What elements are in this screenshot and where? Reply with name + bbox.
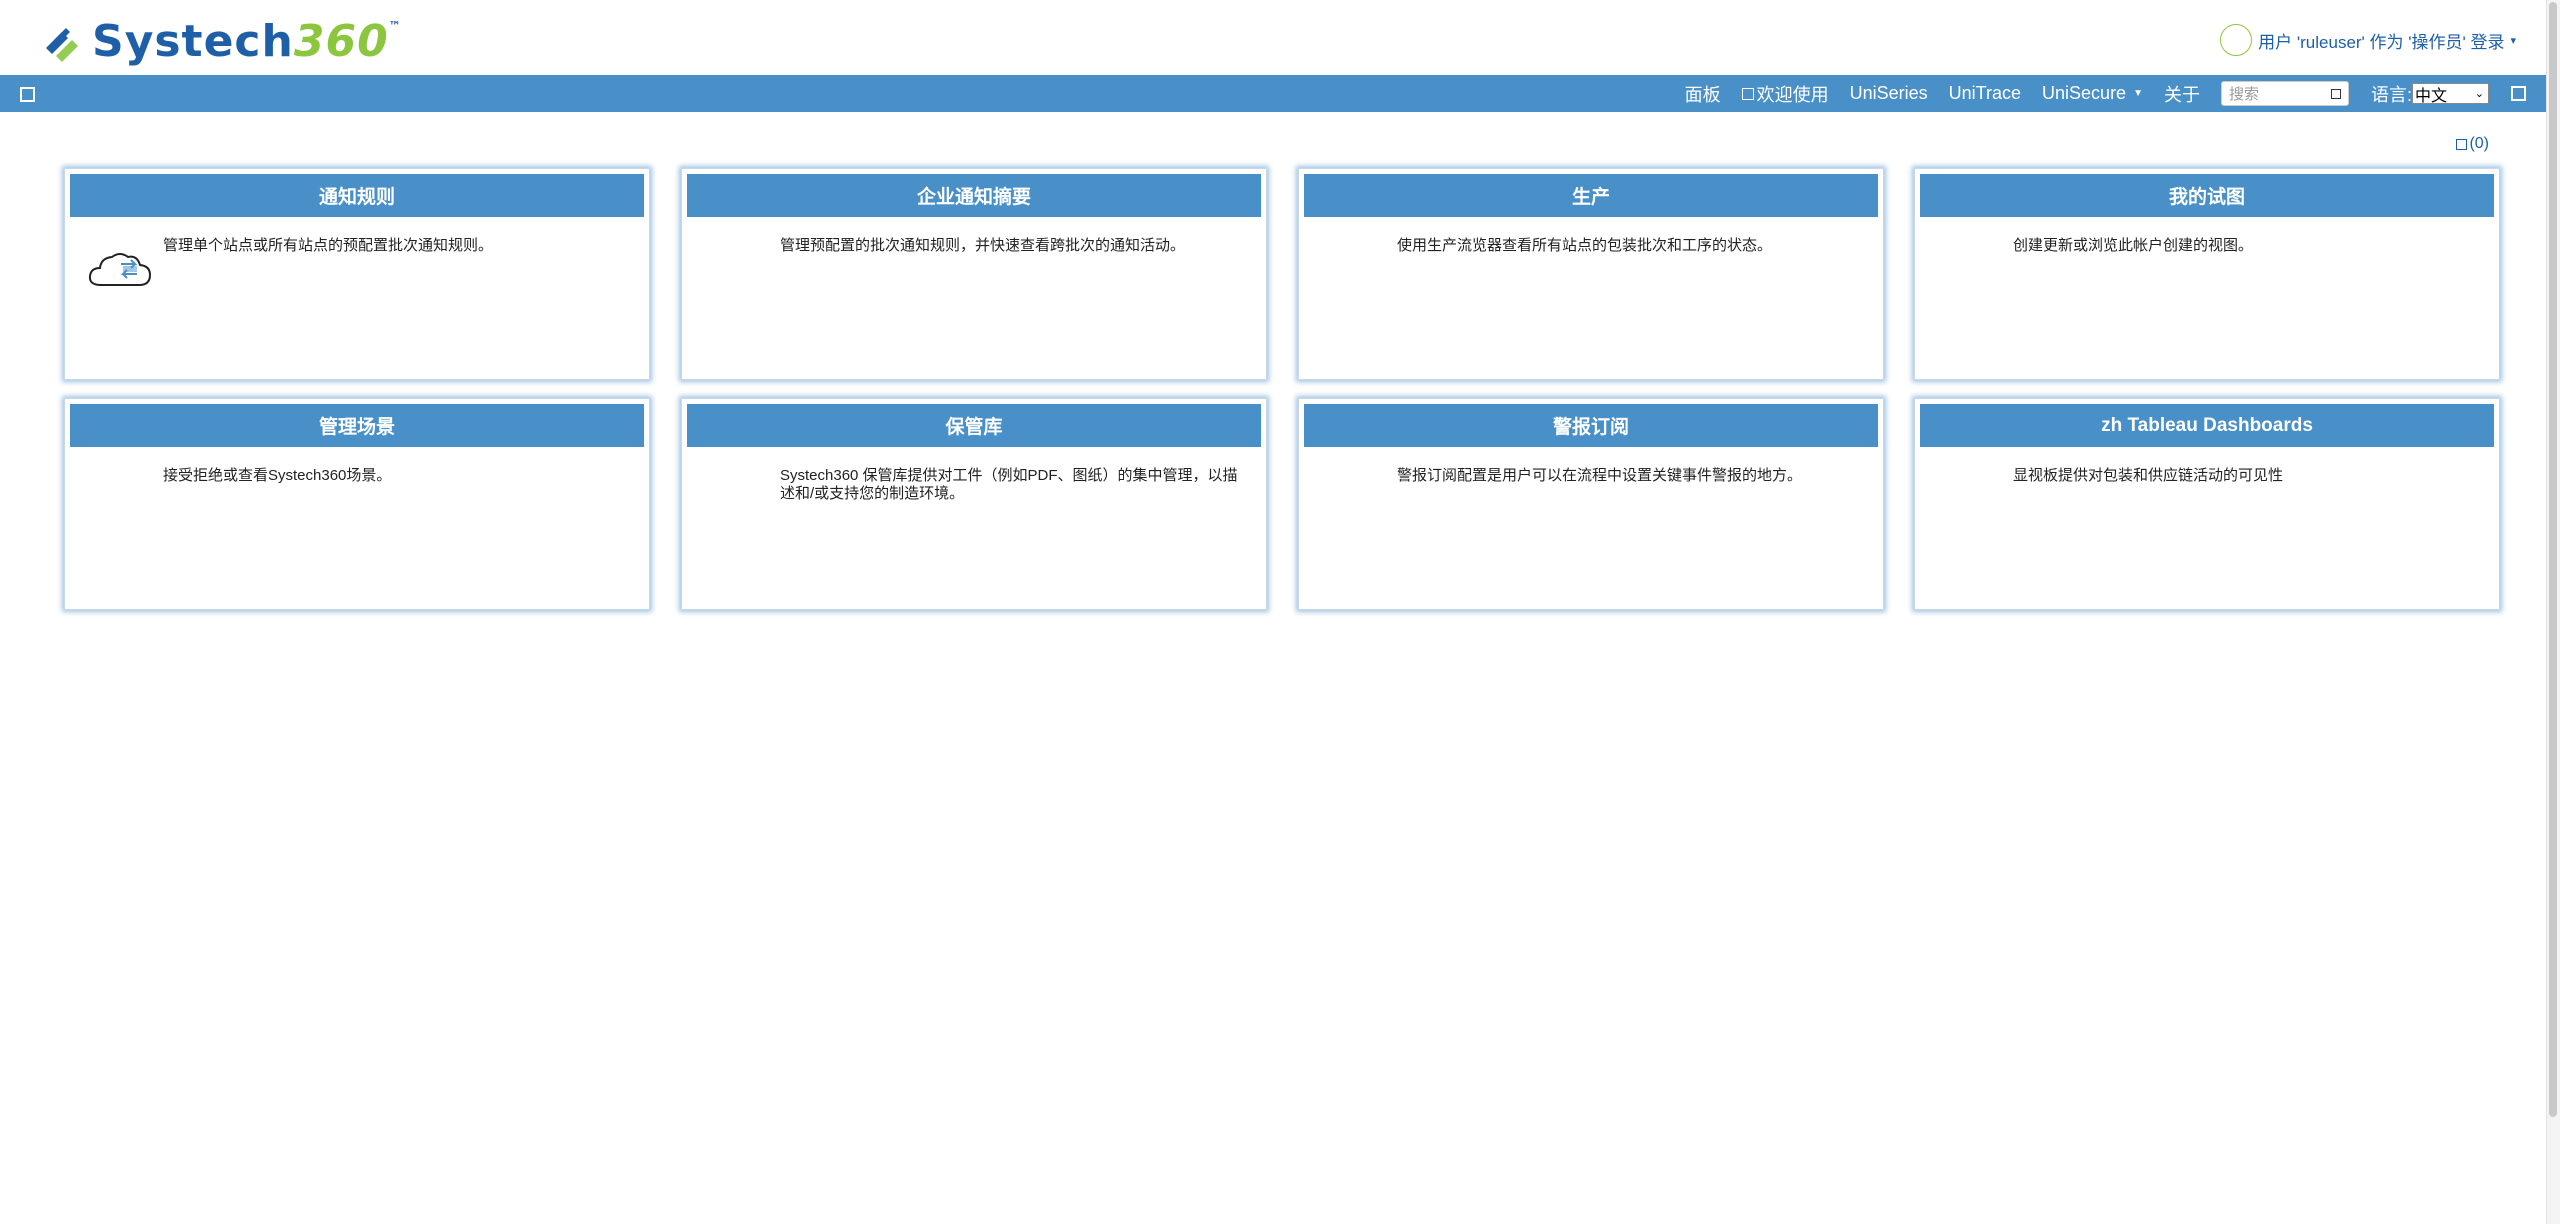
- nav-item-label: 关于: [2163, 84, 2200, 105]
- language-value: 中文: [2415, 87, 2448, 105]
- notification-count[interactable]: (0): [2456, 135, 2489, 153]
- logo-tm: ™: [388, 19, 402, 33]
- welcome-icon: [1741, 87, 1754, 100]
- main-navbar: 面板 欢迎使用 UniSeries UniTrace UniSecure ▼ 关于…: [0, 75, 2546, 112]
- nav-item-welcome[interactable]: 欢迎使用: [1741, 81, 1829, 107]
- nav-item-label: 欢迎使用: [1756, 84, 1829, 105]
- language-select[interactable]: 中文 ⌄: [2412, 83, 2489, 105]
- card-description: 创建更新或浏览此帐户创建的视图。: [2013, 237, 2254, 254]
- nav-menu: 面板 欢迎使用 UniSeries UniTrace UniSecure ▼ 关于…: [1685, 75, 2546, 112]
- card-tableau-dashboards[interactable]: zh Tableau Dashboards 显视板提供对包装和供应链活动的可见性: [1914, 398, 2500, 610]
- nav-item-dashboard[interactable]: 面板: [1685, 81, 1721, 107]
- card-description: 显视板提供对包装和供应链活动的可见性: [2013, 467, 2284, 484]
- card-alert-subscription[interactable]: 警报订阅 警报订阅配置是用户可以在流程中设置关键事件警报的地方。: [1298, 398, 1884, 610]
- card-description: 使用生产流览器查看所有站点的包装批次和工序的状态。: [1397, 237, 1773, 254]
- card-title: 管理场景: [70, 404, 644, 447]
- nav-item-uniseries[interactable]: UniSeries: [1850, 83, 1928, 104]
- search-input[interactable]: 搜索: [2220, 81, 2349, 106]
- notification-icon: [2456, 138, 2468, 150]
- logo-text-360: 360: [293, 16, 389, 67]
- card-vault[interactable]: 保管库 Systech360 保管库提供对工件（例如PDF、图纸）的集中管理，以…: [681, 398, 1267, 610]
- user-menu[interactable]: 用户 'ruleuser' 作为 '操作员' 登录 ▾: [2220, 24, 2516, 56]
- card-description: Systech360 保管库提供对工件（例如PDF、图纸）的集中管理，以描述和/…: [780, 467, 1238, 502]
- chevron-down-icon: ▾: [2510, 34, 2516, 47]
- card-title: 警报订阅: [1304, 404, 1878, 447]
- page-scrollbar[interactable]: [2546, 0, 2560, 1224]
- user-avatar-icon: [2220, 24, 2253, 56]
- card-description: 管理单个站点或所有站点的预配置批次通知规则。: [163, 237, 494, 254]
- logo-text-systech: Systech: [92, 16, 294, 67]
- search-placeholder: 搜索: [2228, 86, 2259, 103]
- card-title: zh Tableau Dashboards: [1920, 404, 2494, 447]
- card-description: 接受拒绝或查看Systech360场景。: [163, 467, 392, 484]
- card-description: 警报订阅配置是用户可以在流程中设置关键事件警报的地方。: [1397, 467, 1803, 484]
- chevron-down-icon: ▼: [2133, 88, 2143, 99]
- card-enterprise-notification-summary[interactable]: 企业通知摘要 管理预配置的批次通知规则，并快速查看跨批次的通知活动。: [681, 168, 1267, 380]
- search-icon[interactable]: [2330, 88, 2341, 99]
- nav-item-label: 面板: [1684, 84, 1721, 105]
- nav-item-label: UniSecure: [2042, 83, 2127, 103]
- card-title: 保管库: [687, 404, 1261, 447]
- nav-item-unisecure[interactable]: UniSecure ▼: [2042, 83, 2143, 104]
- systech-logo-icon: [46, 28, 78, 62]
- nav-item-label: UniTrace: [1948, 83, 2022, 103]
- scrollbar-thumb[interactable]: [2549, 2, 2557, 1117]
- language-label: 语言:: [2370, 84, 2412, 105]
- top-header: Systech360™ 用户 'ruleuser' 作为 '操作员' 登录 ▾: [0, 0, 2546, 75]
- nav-item-unitrace[interactable]: UniTrace: [1949, 83, 2021, 104]
- card-title: 企业通知摘要: [687, 174, 1261, 217]
- card-title: 我的试图: [1920, 174, 2494, 217]
- fullscreen-icon[interactable]: [2511, 86, 2526, 101]
- systech360-logo[interactable]: Systech360™: [40, 16, 402, 68]
- card-title: 生产: [1304, 174, 1878, 217]
- card-notification-rules[interactable]: 通知规则 管理单个站点或所有站点的预配置批次通知规则。: [64, 168, 650, 380]
- card-my-views[interactable]: 我的试图 创建更新或浏览此帐户创建的视图。: [1914, 168, 2500, 380]
- cloud-sync-icon: [88, 253, 152, 286]
- card-description: 管理预配置的批次通知规则，并快速查看跨批次的通知活动。: [780, 237, 1186, 254]
- card-manage-scenarios[interactable]: 管理场景 接受拒绝或查看Systech360场景。: [64, 398, 650, 610]
- nav-item-about[interactable]: 关于: [2164, 81, 2200, 107]
- logo-text: Systech360™: [92, 20, 402, 64]
- card-title: 通知规则: [70, 174, 644, 217]
- nav-item-label: UniSeries: [1849, 83, 1928, 103]
- menu-toggle-icon[interactable]: [20, 87, 35, 102]
- card-production[interactable]: 生产 使用生产流览器查看所有站点的包装批次和工序的状态。: [1298, 168, 1884, 380]
- user-login-text: 用户 'ruleuser' 作为 '操作员' 登录: [2258, 32, 2505, 52]
- chevron-down-icon: ⌄: [2474, 88, 2484, 100]
- notification-count-text: (0): [2469, 135, 2489, 152]
